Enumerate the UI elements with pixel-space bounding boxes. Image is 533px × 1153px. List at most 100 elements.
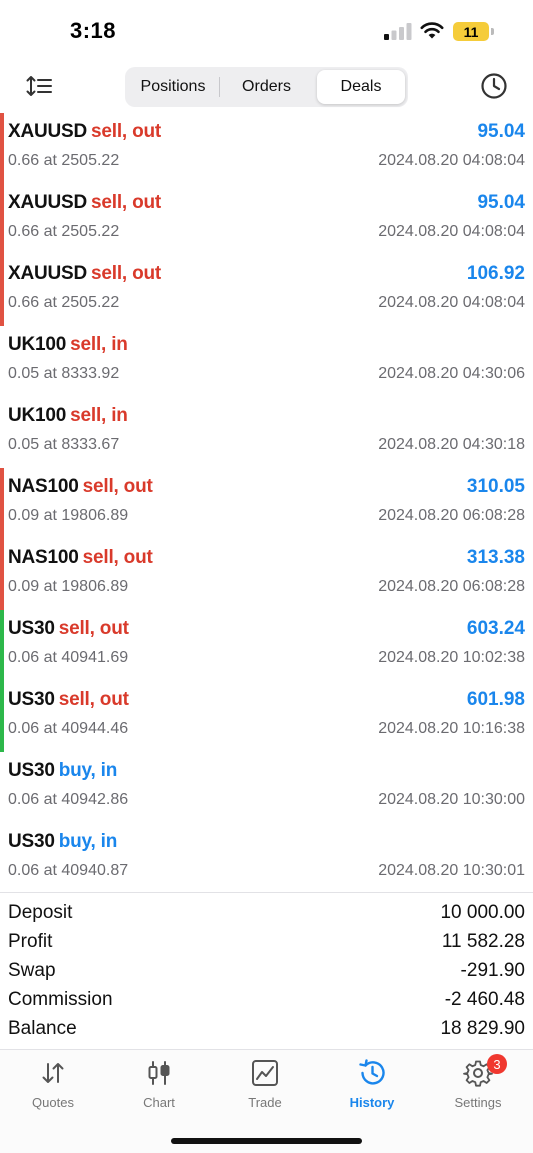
status-time: 3:18 — [70, 18, 117, 43]
deal-row[interactable]: US30 sell, out 601.98 0.06 at 40944.46 2024.… — [0, 681, 533, 752]
deal-title: UK100 sell, in — [8, 405, 128, 427]
deal-row[interactable]: NAS100 sell, out 313.38 0.09 at 19806.89 202… — [0, 539, 533, 610]
tab-deals[interactable]: Deals — [317, 70, 405, 104]
deal-type: sell, out — [91, 263, 162, 284]
tab-label: Quotes — [32, 1095, 74, 1110]
deal-symbol: NAS100 — [8, 476, 79, 497]
deals-list: XAUUSD sell, out 95.04 0.66 at 2505.22 2024.… — [0, 113, 533, 894]
deal-row[interactable]: US30 sell, out 603.24 0.06 at 40941.69 2024.… — [0, 610, 533, 681]
deal-type: buy, in — [58, 760, 118, 781]
deal-title: US30 buy, in — [8, 831, 117, 853]
battery-level: 11 — [463, 23, 479, 40]
clock-icon[interactable] — [480, 72, 508, 100]
deal-type: sell, out — [58, 689, 129, 710]
deal-volume-price: 0.05 at 8333.92 — [8, 365, 120, 382]
sort-icon[interactable] — [26, 74, 52, 98]
summary-label: Swap — [8, 960, 56, 981]
tab-label: Chart — [143, 1095, 175, 1110]
deal-type: sell, out — [82, 547, 153, 568]
deal-row[interactable]: XAUUSD sell, out 106.92 0.66 at 2505.22 2024… — [0, 255, 533, 326]
deal-profit: 603.24 — [466, 618, 525, 639]
summary-row-deposit: Deposit 10 000.00 — [0, 899, 533, 928]
deal-title: XAUUSD sell, out — [8, 192, 161, 214]
deal-status-bar — [0, 184, 4, 255]
deal-volume-price: 0.06 at 40942.86 — [8, 791, 129, 808]
deal-row[interactable]: UK100 sell, in 0.05 at 8333.92 2024.08.20 0… — [0, 326, 533, 397]
tab-history[interactable]: History — [319, 1058, 425, 1118]
deal-status-bar — [0, 823, 4, 894]
deal-title: US30 sell, out — [8, 618, 129, 640]
deal-symbol: UK100 — [8, 334, 67, 355]
account-summary: Deposit 10 000.00 Profit 11 582.28 Swap -291.… — [0, 899, 533, 1044]
history-clock-icon — [359, 1059, 385, 1085]
deal-volume-price: 0.66 at 2505.22 — [8, 294, 120, 311]
deal-row[interactable]: XAUUSD sell, out 95.04 0.66 at 2505.22 2024.… — [0, 184, 533, 255]
deal-row[interactable]: XAUUSD sell, out 95.04 0.66 at 2505.22 2024.… — [0, 113, 533, 184]
deal-profit: 313.38 — [466, 547, 525, 568]
deal-status-bar — [0, 752, 4, 823]
deal-row[interactable]: US30 buy, in 0.06 at 40942.86 2024.08.20 10… — [0, 752, 533, 823]
deal-time: 2024.08.20 10:30:01 — [378, 862, 525, 879]
summary-label: Commission — [8, 989, 113, 1010]
deal-time: 2024.08.20 10:02:38 — [378, 649, 525, 666]
deal-row[interactable]: NAS100 sell, out 310.05 0.09 at 19806.89 202… — [0, 468, 533, 539]
tab-trade[interactable]: Trade — [212, 1058, 318, 1118]
status-bar: 3:18 11 — [0, 0, 533, 62]
deal-time: 2024.08.20 06:08:28 — [378, 507, 525, 524]
battery-cap — [491, 28, 494, 35]
deal-status-bar — [0, 610, 4, 681]
summary-value: 10 000.00 — [440, 902, 525, 923]
deal-type: sell, out — [91, 121, 162, 142]
deal-volume-price: 0.09 at 19806.89 — [8, 578, 129, 595]
deal-time: 2024.08.20 04:08:04 — [378, 223, 525, 240]
wifi-icon — [420, 22, 444, 39]
tab-chart[interactable]: Chart — [106, 1058, 212, 1118]
cellular-signal-icon — [384, 23, 412, 40]
summary-value: -2 460.48 — [444, 989, 525, 1010]
deal-volume-price: 0.06 at 40941.69 — [8, 649, 129, 666]
deal-status-bar — [0, 681, 4, 752]
deal-time: 2024.08.20 04:08:04 — [378, 294, 525, 311]
deal-type: sell, out — [58, 618, 129, 639]
summary-divider — [0, 892, 533, 893]
deal-title: XAUUSD sell, out — [8, 121, 161, 143]
deal-title: NAS100 sell, out — [8, 547, 153, 569]
tab-label: History — [349, 1095, 395, 1110]
deal-status-bar — [0, 255, 4, 326]
deal-title: NAS100 sell, out — [8, 476, 153, 498]
tab-settings[interactable]: 3 Settings — [425, 1054, 531, 1118]
summary-value: -291.90 — [460, 960, 525, 981]
deal-symbol: UK100 — [8, 405, 67, 426]
summary-value: 18 829.90 — [440, 1018, 525, 1039]
tab-positions[interactable]: Positions — [128, 70, 218, 104]
deal-type: sell, in — [70, 334, 128, 355]
deal-symbol: XAUUSD — [8, 192, 88, 213]
deal-status-bar — [0, 397, 4, 468]
deal-title: XAUUSD sell, out — [8, 263, 161, 285]
bottom-tab-bar: Quotes Chart Trade History 3 Settings — [0, 1049, 533, 1153]
summary-row-commission: Commission -2 460.48 — [0, 986, 533, 1015]
summary-row-balance: Balance 18 829.90 — [0, 1015, 533, 1044]
deal-type: buy, in — [58, 831, 118, 852]
deal-symbol: US30 — [8, 689, 55, 710]
tab-orders[interactable]: Orders — [220, 70, 313, 104]
deal-profit: 310.05 — [466, 476, 525, 497]
deal-status-bar — [0, 113, 4, 184]
deal-symbol: US30 — [8, 618, 55, 639]
deal-row[interactable]: UK100 sell, in 0.05 at 8333.67 2024.08.20 0… — [0, 397, 533, 468]
deal-symbol: US30 — [8, 831, 55, 852]
deal-volume-price: 0.09 at 19806.89 — [8, 507, 129, 524]
deal-profit: 95.04 — [477, 121, 525, 142]
deal-row[interactable]: US30 buy, in 0.06 at 40940.87 2024.08.20 10… — [0, 823, 533, 894]
deal-symbol: XAUUSD — [8, 121, 88, 142]
deals-segmented-control: Positions Orders Deals — [125, 67, 408, 107]
summary-value: 11 582.28 — [441, 931, 525, 952]
home-indicator — [171, 1138, 362, 1144]
deal-title: US30 sell, out — [8, 689, 129, 711]
deal-profit: 106.92 — [466, 263, 525, 284]
deal-status-bar — [0, 468, 4, 539]
summary-label: Profit — [8, 931, 53, 952]
summary-row-swap: Swap -291.90 — [0, 957, 533, 986]
tab-quotes[interactable]: Quotes — [0, 1058, 106, 1118]
deal-symbol: XAUUSD — [8, 263, 88, 284]
